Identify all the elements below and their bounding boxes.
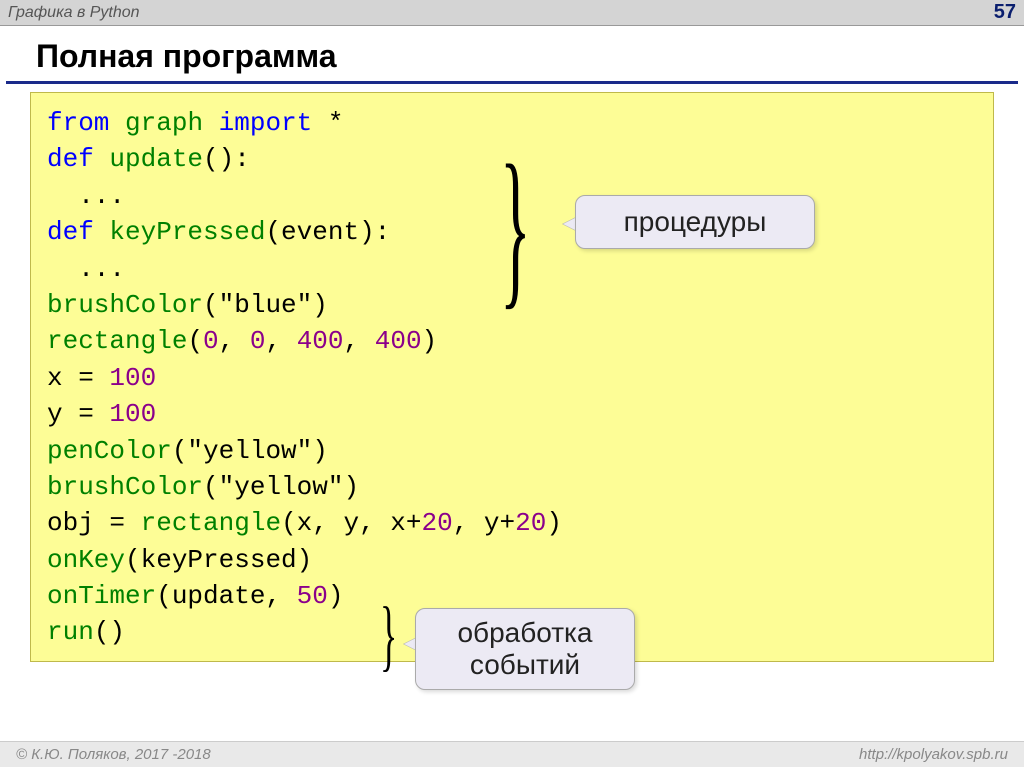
code-line: onKey(keyPressed) <box>47 542 977 578</box>
code-line: brushColor("blue") <box>47 287 977 323</box>
code-line: rectangle(0, 0, 400, 400) <box>47 323 977 359</box>
code-line: from graph import * <box>47 105 977 141</box>
footer-copyright: © К.Ю. Поляков, 2017 -2018 <box>16 746 211 763</box>
code-line: x = 100 <box>47 360 977 396</box>
footer-url: http://kpolyakov.spb.ru <box>859 746 1008 763</box>
page-number: 57 <box>994 1 1016 24</box>
code-line: ... <box>47 251 977 287</box>
code-line: def update(): <box>47 141 977 177</box>
code-line: penColor("yellow") <box>47 433 977 469</box>
header-course-title: Графика в Python <box>8 4 140 22</box>
slide-header: Графика в Python 57 <box>0 0 1024 26</box>
code-line: ... <box>47 178 977 214</box>
slide-footer: © К.Ю. Поляков, 2017 -2018 http://kpolya… <box>0 741 1024 767</box>
code-line: brushColor("yellow") <box>47 469 977 505</box>
code-line: def keyPressed(event): <box>47 214 977 250</box>
code-line: obj = rectangle(x, y, x+20, y+20) <box>47 505 977 541</box>
annotation-procedures: процедуры <box>575 195 815 249</box>
code-block: from graph import * def update(): ... de… <box>30 92 994 662</box>
slide-title: Полная программа <box>6 26 1018 84</box>
code-line: y = 100 <box>47 396 977 432</box>
annotation-events: обработка событий <box>415 608 635 690</box>
